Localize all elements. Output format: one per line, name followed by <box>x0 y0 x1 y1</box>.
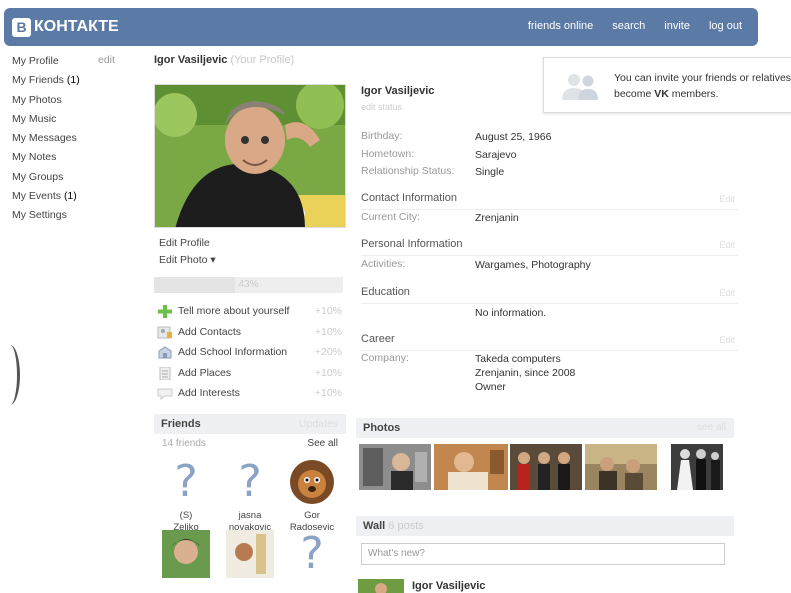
question-mark-icon: ? <box>238 455 262 507</box>
profile-completion-bar: 43% <box>154 277 343 293</box>
photo-thumbnail[interactable] <box>671 444 723 490</box>
wall-title: Wall 6 posts <box>363 520 424 532</box>
nav-friends-online[interactable]: friends online <box>528 20 593 32</box>
friends-see-all-link[interactable]: See all <box>307 438 338 449</box>
avatar[interactable] <box>358 579 404 593</box>
avatar <box>288 458 336 506</box>
edit-profile-button[interactable]: Edit Profile <box>159 237 346 249</box>
friend-card[interactable]: Gor Radosevic <box>282 458 342 534</box>
avatar: ? <box>226 455 274 507</box>
edit-education-link[interactable]: Edit <box>719 288 735 298</box>
sidebar-item-my-groups[interactable]: My Groups <box>12 170 132 189</box>
edit-career-link[interactable]: Edit <box>719 335 735 345</box>
left-sidebar: My Profile My Friends (1) My Photos My M… <box>12 54 132 228</box>
photo-thumbnail[interactable] <box>510 444 582 490</box>
top-nav: friends online search invite log out <box>528 20 742 32</box>
sidebar-item-my-friends[interactable]: My Friends (1) <box>12 73 132 92</box>
section-career: Career Edit <box>361 333 739 351</box>
profile-photo[interactable] <box>154 84 346 228</box>
friends-updates-link[interactable]: Updates <box>299 418 338 430</box>
photos-header: Photos see all <box>356 418 734 438</box>
avatar <box>226 529 274 578</box>
edit-status-link[interactable]: edit status <box>361 102 402 112</box>
avatar <box>162 529 210 578</box>
nav-invite[interactable]: invite <box>664 20 690 32</box>
users-icon <box>562 74 598 100</box>
sidebar-item-my-events[interactable]: My Events (1) <box>12 189 132 208</box>
sidebar-item-my-settings[interactable]: My Settings <box>12 208 132 227</box>
friend-photo <box>226 529 274 578</box>
friend-card[interactable]: ? (S) Zeljko <box>156 455 216 534</box>
wall-post-input[interactable]: What's new? <box>361 543 725 565</box>
logo-icon: B <box>12 17 31 37</box>
photos-title: Photos <box>363 422 401 434</box>
logo-text: КОНТАКТЕ <box>34 18 119 35</box>
sidebar-item-my-photos[interactable]: My Photos <box>12 93 132 112</box>
school-icon <box>158 346 172 359</box>
sidebar-item-my-messages[interactable]: My Messages <box>12 131 132 150</box>
top-bar: B КОНТАКТЕ friends online search invite … <box>4 8 758 46</box>
page-title: Igor Vasiljevic (Your Profile) <box>154 54 295 66</box>
friend-card[interactable]: ? jasna novakovic <box>220 455 280 534</box>
photos-see-all-link[interactable]: see all <box>697 422 726 433</box>
task-tell-more[interactable]: Tell more about yourself +10% <box>154 304 346 325</box>
friends-count-badge: (1) <box>66 74 80 87</box>
task-add-school[interactable]: Add School Information +20% <box>154 345 346 366</box>
edit-contact-link[interactable]: Edit <box>719 194 735 204</box>
avatar: ? <box>288 527 336 579</box>
wall-post-author[interactable]: Igor Vasiljevic <box>412 580 485 592</box>
friends-header: Friends Updates <box>154 413 346 434</box>
sidebar-item-my-music[interactable]: My Music <box>12 112 132 131</box>
friends-title: Friends <box>161 417 201 430</box>
friend-card[interactable]: ? <box>282 527 342 582</box>
wall-post-count: 6 posts <box>388 520 424 532</box>
decorative-arc <box>0 345 20 405</box>
friend-card[interactable] <box>220 529 280 582</box>
friends-subheader: 14 friends See all <box>154 434 346 452</box>
profile-tasks: Tell more about yourself +10% Add Contac… <box>154 304 346 407</box>
events-count-badge: (1) <box>63 190 77 203</box>
question-mark-icon: ? <box>300 527 324 579</box>
wall-post: Igor Vasiljevic <box>358 579 738 593</box>
hedgehog-avatar <box>290 459 334 504</box>
section-contact-information: Contact Information Edit <box>361 192 739 210</box>
friend-card[interactable] <box>156 529 216 582</box>
invite-tooltip: You can invite your friends or relatives… <box>543 57 791 113</box>
section-education: Education Edit <box>361 286 739 304</box>
nav-search[interactable]: search <box>612 20 645 32</box>
site-logo[interactable]: B КОНТАКТЕ <box>12 17 119 37</box>
sidebar-item-my-notes[interactable]: My Notes <box>12 150 132 169</box>
avatar: ? <box>162 455 210 507</box>
contacts-icon <box>157 326 172 338</box>
friends-count: 14 friends <box>162 437 206 449</box>
photo-thumbnail[interactable] <box>585 444 657 490</box>
edit-profile-link[interactable]: edit <box>98 54 115 66</box>
profile-photo-image <box>155 85 345 227</box>
friends-grid: ? (S) Zeljko ? jasna novakovic Gor Rados… <box>154 452 346 592</box>
invite-text: You can invite your friends or relatives… <box>614 72 791 100</box>
edit-photo-dropdown[interactable]: Edit Photo ▾ <box>159 254 346 266</box>
question-mark-icon: ? <box>174 455 198 507</box>
edit-personal-link[interactable]: Edit <box>719 240 735 250</box>
progress-percent: 43% <box>238 279 259 290</box>
section-personal-information: Personal Information Edit <box>361 238 739 256</box>
photo-thumbnail[interactable] <box>359 444 431 490</box>
friend-photo <box>162 529 210 578</box>
interests-icon <box>157 388 173 400</box>
photo-thumbnail[interactable] <box>434 444 508 490</box>
nav-log-out[interactable]: log out <box>709 20 742 32</box>
task-add-places[interactable]: Add Places +10% <box>154 366 346 387</box>
task-add-interests[interactable]: Add Interests +10% <box>154 386 346 407</box>
wall-header: Wall 6 posts <box>356 516 734 536</box>
places-icon <box>159 366 171 380</box>
plus-icon <box>158 305 172 318</box>
profile-name: Igor Vasiljevic <box>361 85 435 97</box>
profile-left-column: Edit Profile Edit Photo ▾ 43% Tell more … <box>154 84 346 592</box>
task-add-contacts[interactable]: Add Contacts +10% <box>154 325 346 346</box>
